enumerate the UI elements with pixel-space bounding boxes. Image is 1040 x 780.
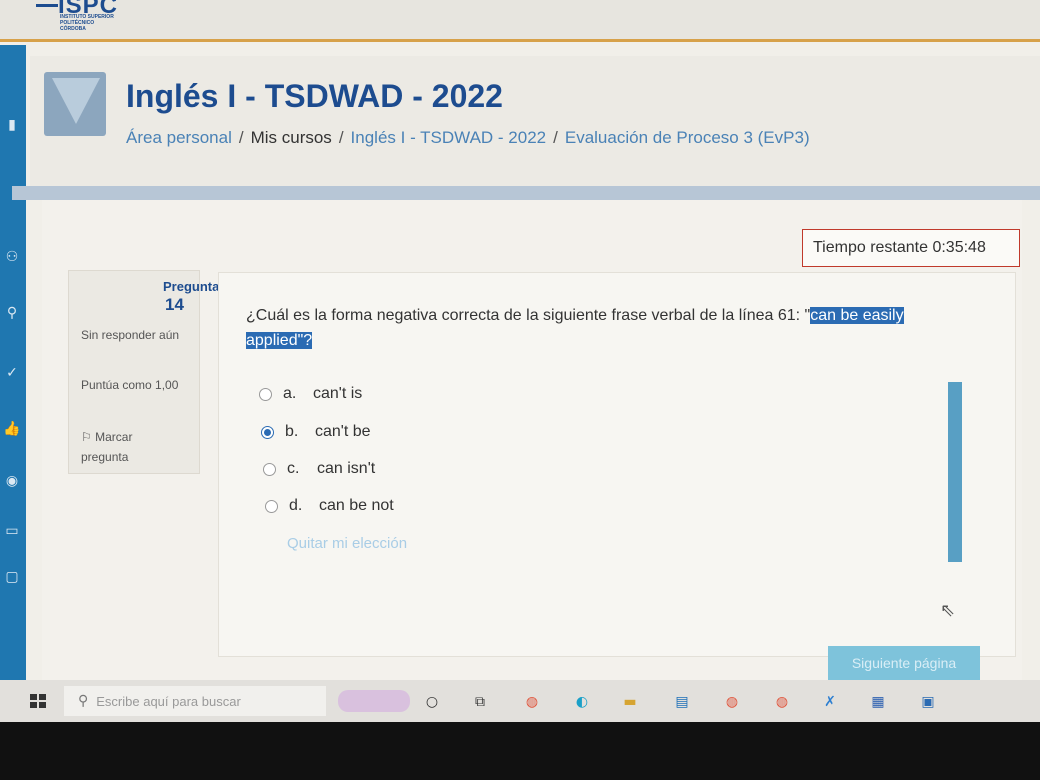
answer-letter: b. xyxy=(285,423,299,440)
search-icon: ⚲ xyxy=(78,693,89,709)
store-icon[interactable]: ▤ xyxy=(672,692,692,712)
search-placeholder: Escribe aquí para buscar xyxy=(96,693,241,709)
competencies-icon[interactable]: ✓ xyxy=(2,363,22,383)
badges-icon[interactable]: ⚲ xyxy=(2,303,22,323)
participants-icon[interactable]: ⚇ xyxy=(2,247,22,267)
cortana-icon[interactable]: ○ xyxy=(422,692,442,712)
answer-option-b[interactable]: b. can't be xyxy=(261,421,371,443)
flag-icon: ⚐ xyxy=(81,430,92,444)
next-page-button[interactable]: Siguiente página xyxy=(828,646,980,680)
clear-choice-link[interactable]: Quitar mi elección xyxy=(287,535,407,552)
site-logo[interactable]: ISPC INSTITUTO SUPERIOR POLITÉCNICO CÓRD… xyxy=(36,0,118,32)
top-navbar: ISPC INSTITUTO SUPERIOR POLITÉCNICO CÓRD… xyxy=(0,0,1040,42)
compass-icon[interactable]: ◉ xyxy=(2,471,22,491)
app-icon[interactable]: ▣ xyxy=(918,692,938,712)
answer-option-d[interactable]: d. can be not xyxy=(265,495,394,517)
taskbar-search[interactable]: ⚲ Escribe aquí para buscar xyxy=(64,686,326,716)
time-remaining: Tiempo restante 0:35:48 xyxy=(802,229,1020,267)
task-view-icon[interactable]: ⧉ xyxy=(470,692,490,712)
breadcrumb-home[interactable]: Área personal xyxy=(126,128,232,147)
question-end: "? xyxy=(297,332,313,349)
screen: ISPC INSTITUTO SUPERIOR POLITÉCNICO CÓRD… xyxy=(0,0,1040,722)
answer-option-a[interactable]: a. can't is xyxy=(259,383,362,405)
radio-c[interactable] xyxy=(263,462,276,476)
scrollbar[interactable] xyxy=(948,382,962,562)
radio-b-selected[interactable] xyxy=(261,425,274,439)
calendar-icon[interactable]: ▭ xyxy=(2,521,22,541)
taskbar: ⚲ Escribe aquí para buscar ○ ⧉ ◍ ◐ ▬ ▤ ◍… xyxy=(0,680,1040,722)
breadcrumb-my-courses[interactable]: Mis cursos xyxy=(251,128,332,147)
answer-text: can isn't xyxy=(317,460,376,477)
logo-subtitle: INSTITUTO SUPERIOR POLITÉCNICO CÓRDOBA xyxy=(60,14,114,32)
search-highlight-image xyxy=(338,690,410,712)
radio-d[interactable] xyxy=(265,499,278,513)
mouse-cursor-icon: ⇖ xyxy=(940,600,956,621)
answer-text: can't is xyxy=(313,385,363,402)
chrome-profile-icon[interactable]: ◍ xyxy=(722,692,742,712)
logo-mark xyxy=(36,4,58,7)
answer-letter: a. xyxy=(283,385,297,402)
question-info: Pregunta 14 Sin responder aún Puntúa com… xyxy=(68,270,219,474)
chrome-icon[interactable]: ◍ xyxy=(522,692,542,712)
course-image xyxy=(44,72,106,136)
question-panel: ¿Cuál es la forma negativa correcta de l… xyxy=(218,272,1016,657)
question-points: Puntúa como 1,00 xyxy=(81,378,179,392)
windows-start-icon[interactable] xyxy=(30,694,46,708)
answer-letter: c. xyxy=(287,460,300,477)
grades-icon[interactable]: 👍 xyxy=(2,419,22,439)
question-text: ¿Cuál es la forma negativa correcta de l… xyxy=(246,303,956,353)
vscode-icon[interactable]: ✗ xyxy=(820,692,840,712)
answer-text: can be not xyxy=(319,497,394,514)
quiz-content: Tiempo restante 0:35:48 Pregunta 14 Sin … xyxy=(42,200,1022,690)
edge-icon[interactable]: ◐ xyxy=(572,692,592,712)
question-label: Pregunta xyxy=(163,279,220,294)
radio-a[interactable] xyxy=(259,387,272,401)
answer-text: can't be xyxy=(315,423,371,440)
file-explorer-icon[interactable]: ▬ xyxy=(620,692,640,712)
files-icon[interactable]: ▢ xyxy=(2,567,22,587)
chrome-profile-2-icon[interactable]: ◍ xyxy=(772,692,792,712)
answer-option-c[interactable]: c. can isn't xyxy=(263,458,375,480)
question-text-main: ¿Cuál es la forma negativa correcta de l… xyxy=(246,307,811,324)
flag-question-link[interactable]: ⚐ Marcar pregunta xyxy=(81,427,181,467)
breadcrumb-separator: / xyxy=(553,128,558,147)
laptop-bezel xyxy=(0,722,1040,780)
left-sidebar: ▮ ⚇ ⚲ ✓ 👍 ◉ ▭ ▢ xyxy=(0,45,26,705)
question-state: Sin responder aún xyxy=(81,328,180,342)
question-number: 14 xyxy=(165,295,184,314)
header-band xyxy=(12,186,1040,200)
answer-letter: d. xyxy=(289,497,303,514)
page-title: Inglés I - TSDWAD - 2022 xyxy=(126,78,503,114)
breadcrumb-separator: / xyxy=(338,128,344,147)
dashboard-icon[interactable]: ▮ xyxy=(2,115,22,135)
breadcrumb-course[interactable]: Inglés I - TSDWAD - 2022 xyxy=(351,128,547,147)
page-header: Inglés I - TSDWAD - 2022 Área personal / M… xyxy=(30,56,1040,186)
breadcrumb-separator: / xyxy=(238,128,244,147)
word-icon[interactable]: ▦ xyxy=(868,692,888,712)
breadcrumb-quiz[interactable]: Evaluación de Proceso 3 (EvP3) xyxy=(565,128,810,147)
breadcrumb: Área personal / Mis cursos / Inglés I - TSDW… xyxy=(126,128,810,148)
